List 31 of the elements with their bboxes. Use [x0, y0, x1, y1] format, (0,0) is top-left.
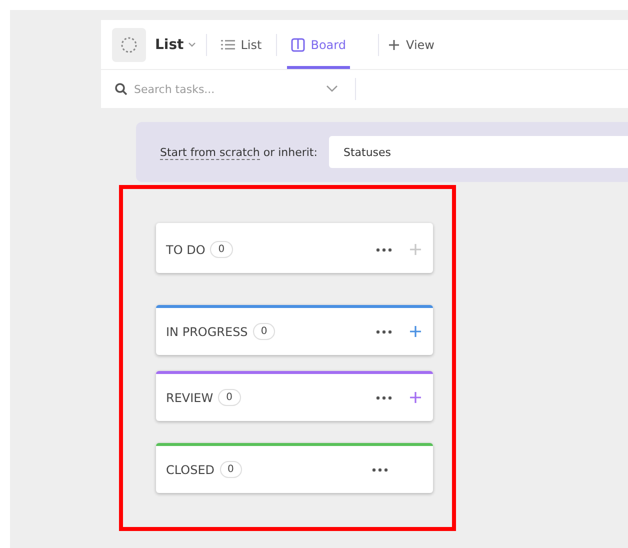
view-tab[interactable]: Board	[286, 20, 350, 69]
caret-icon	[188, 42, 196, 48]
view-tab[interactable]: List	[216, 20, 266, 69]
board-icon	[290, 38, 305, 52]
status-name: CLOSED	[166, 462, 215, 476]
more-icon	[376, 330, 392, 334]
more-icon	[372, 468, 388, 472]
status-name: REVIEW	[166, 390, 214, 404]
chevron-down-icon	[326, 85, 338, 93]
more-icon	[376, 248, 392, 252]
statuses-select[interactable]: Statuses	[329, 136, 628, 168]
add-task-button[interactable]	[410, 390, 421, 404]
list-dropdown[interactable]: List	[155, 30, 196, 60]
plus-icon	[410, 392, 421, 403]
dotted-circle-icon	[120, 36, 138, 54]
plus-icon	[389, 40, 400, 50]
more-icon	[376, 396, 392, 400]
status-name: TO DO	[166, 242, 206, 256]
status-name: IN PROGRESS	[166, 324, 248, 338]
count-badge: 0	[252, 323, 276, 340]
add-task-button[interactable]	[410, 324, 421, 338]
plus-icon	[410, 326, 421, 337]
add-view-button[interactable]: View	[389, 30, 434, 60]
banner-label: Start from scratch or inherit:	[160, 146, 318, 158]
count-badge: 0	[220, 461, 242, 478]
plus-icon	[410, 244, 421, 255]
count-badge: 0	[218, 389, 240, 406]
space-icon-button[interactable]	[112, 28, 146, 62]
search-icon	[115, 83, 127, 95]
count-badge: 0	[210, 241, 233, 258]
list-icon	[220, 38, 235, 50]
